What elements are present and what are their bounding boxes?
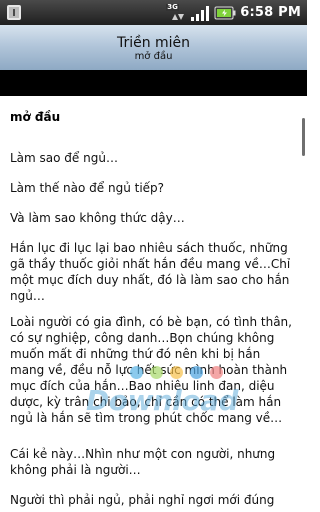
separator-bar	[0, 70, 307, 96]
network-label: 3G	[166, 2, 179, 11]
app-title: Triền miên	[116, 35, 191, 51]
battery-icon	[214, 6, 236, 19]
scrollbar-thumb[interactable]	[302, 118, 305, 156]
app-subtitle: mở đầu	[134, 51, 173, 62]
paragraph: Làm thế nào để ngủ tiếp?	[10, 181, 165, 195]
status-bar: 3G 6:58 PM	[0, 0, 307, 25]
signal-icon	[191, 5, 210, 21]
chapter-title: mở đầu	[10, 110, 61, 124]
paragraph: Người thì phải ngủ, phải nghỉ ngơi mới đ…	[10, 493, 275, 507]
paragraph: Hắn lục đi lục lại bao nhiêu sách thuốc,…	[10, 241, 291, 303]
3g-icon: 3G	[166, 2, 186, 22]
title-bar: Triền miên mở đầu	[0, 25, 307, 70]
usb-icon	[7, 5, 21, 20]
paragraph: Loài người có gia đình, có bè bạn, có tì…	[10, 315, 292, 425]
reading-pane[interactable]: mở đầu Làm sao để ngủ… Làm thế nào để ng…	[0, 96, 307, 512]
clock: 6:58 PM	[240, 5, 301, 20]
paragraph: Làm sao để ngủ…	[10, 151, 118, 165]
paragraph: Và làm sao không thức dậy…	[10, 211, 185, 225]
paragraph: Cái kẻ này…Nhìn như một con người, nhưng…	[10, 447, 276, 477]
